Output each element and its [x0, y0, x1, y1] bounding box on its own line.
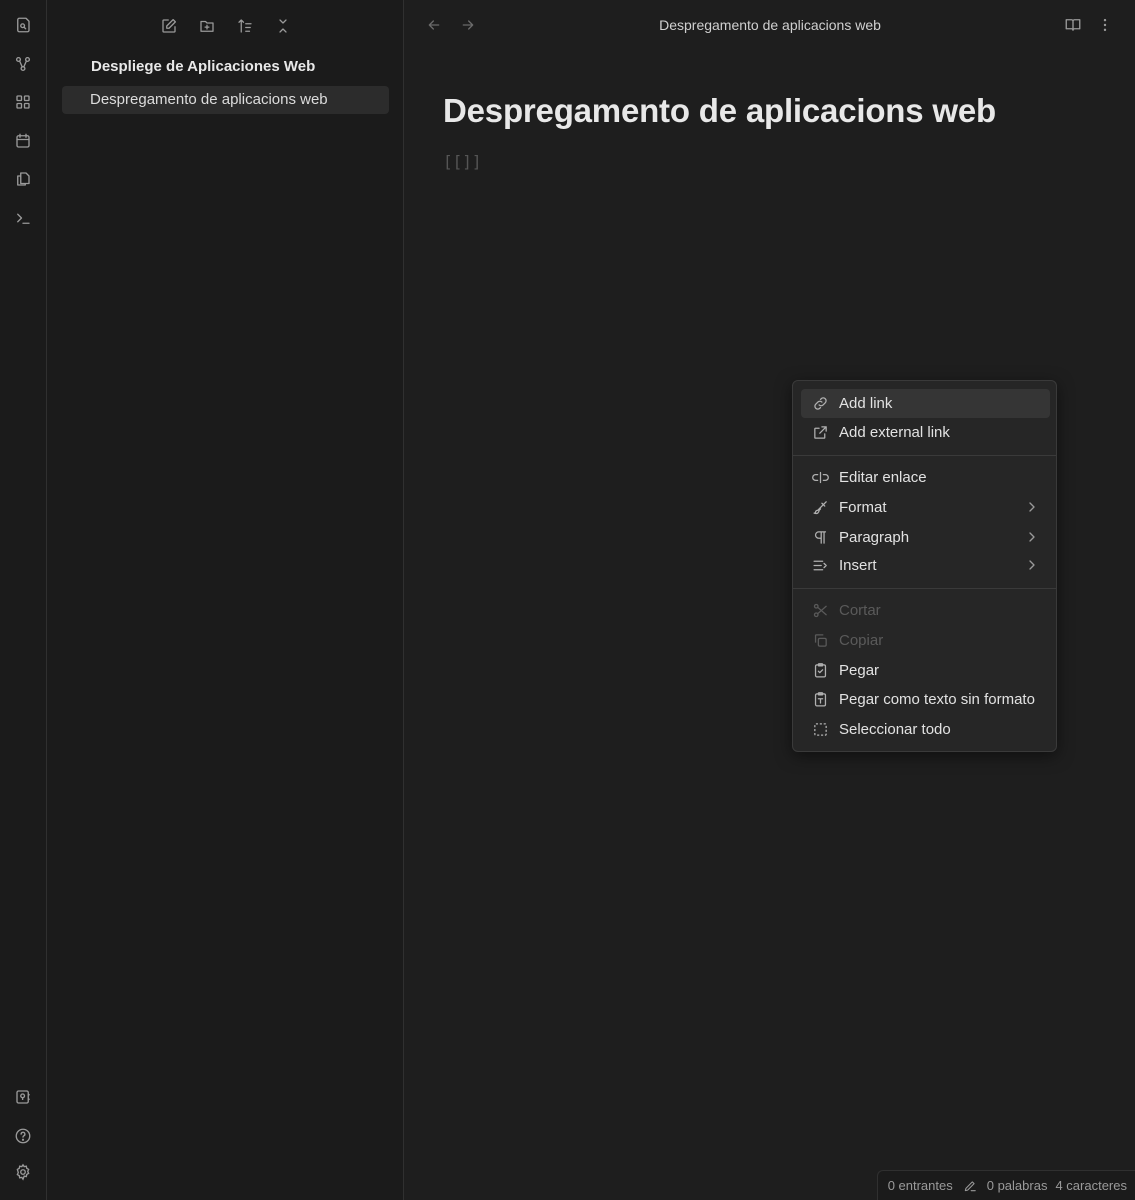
- menu-item-label: Copiar: [839, 632, 884, 649]
- new-folder-icon[interactable]: [195, 14, 219, 38]
- menu-item-label: Add link: [839, 395, 893, 412]
- context-menu: Add link Add external link Editar enlace…: [792, 380, 1057, 752]
- chevron-right-icon: [1029, 560, 1035, 570]
- menu-item-cortar: Cortar: [801, 596, 1050, 625]
- chevron-right-icon: [1029, 502, 1035, 512]
- menu-item-paragraph[interactable]: Paragraph: [801, 523, 1050, 552]
- reading-view-icon[interactable]: [1062, 14, 1084, 36]
- vault-switch-icon[interactable]: [12, 1086, 34, 1108]
- character-count: 4 caracteres: [1055, 1178, 1127, 1193]
- brush-icon: [811, 499, 829, 517]
- menu-item-copiar: Copiar: [801, 626, 1050, 655]
- collapse-all-icon[interactable]: [271, 14, 295, 38]
- external-link-icon: [811, 424, 829, 442]
- note-title[interactable]: Despregamento de aplicacions web: [443, 92, 996, 130]
- menu-item-pegar-sin-formato[interactable]: Pegar como texto sin formato: [801, 685, 1050, 714]
- word-count: 0 palabras: [986, 1178, 1048, 1193]
- sort-order-icon[interactable]: [233, 14, 257, 38]
- view-header-title[interactable]: Despregamento de aplicacions web: [405, 0, 1135, 50]
- menu-item-insert[interactable]: Insert: [801, 551, 1050, 580]
- graph-view-icon[interactable]: [12, 53, 34, 75]
- more-options-icon[interactable]: [1094, 14, 1116, 36]
- menu-item-pegar[interactable]: Pegar: [801, 656, 1050, 685]
- menu-item-label: Editar enlace: [839, 469, 927, 486]
- status-bar: 0 entrantes 0 palabras 4 caracteres: [876, 1170, 1135, 1200]
- select-all-icon: [811, 721, 829, 739]
- menu-item-label: Pegar como texto sin formato: [839, 691, 1035, 708]
- menu-item-label: Add external link: [839, 424, 950, 441]
- pilcrow-icon: [811, 529, 829, 547]
- menu-item-format[interactable]: Format: [801, 493, 1050, 522]
- menu-item-add-link[interactable]: Add link: [801, 389, 1050, 418]
- menu-item-editar-enlace[interactable]: Editar enlace: [801, 463, 1050, 492]
- menu-item-label: Format: [839, 499, 887, 516]
- menu-item-add-external-link[interactable]: Add external link: [801, 418, 1050, 447]
- copy-icon: [811, 632, 829, 650]
- menu-item-label: Paragraph: [839, 529, 910, 546]
- left-ribbon: [0, 0, 47, 1200]
- menu-separator: [793, 588, 1056, 589]
- scissors-icon: [811, 602, 829, 620]
- calendar-icon[interactable]: [12, 130, 34, 152]
- pencil-icon[interactable]: [963, 1179, 977, 1193]
- obsidian-window: Despliege de Aplicaciones Web Despregame…: [0, 0, 1135, 1200]
- menu-item-label: Pegar: [839, 662, 880, 679]
- note-body[interactable]: [[]]: [443, 152, 482, 171]
- menu-separator: [793, 455, 1056, 456]
- link-icon: [811, 395, 829, 413]
- edit-link-icon: [811, 469, 829, 487]
- menu-item-label: Seleccionar todo: [839, 721, 951, 738]
- chevron-right-icon: [1029, 532, 1035, 542]
- settings-gear-icon[interactable]: [12, 1161, 34, 1183]
- file-explorer-sidebar: Despliege de Aplicaciones Web Despregame…: [47, 0, 404, 1200]
- insert-icon: [811, 557, 829, 575]
- clipboard-text-icon: [811, 691, 829, 709]
- file-explorer-toolbar: [47, 8, 404, 44]
- templates-icon[interactable]: [12, 168, 34, 190]
- command-palette-icon[interactable]: [12, 207, 34, 229]
- file-item-despregamento[interactable]: Despregamento de aplicacions web: [62, 86, 389, 114]
- menu-item-seleccionar-todo[interactable]: Seleccionar todo: [801, 715, 1050, 744]
- vault-name[interactable]: Despliege de Aplicaciones Web: [91, 58, 315, 75]
- view-header: Despregamento de aplicacions web: [405, 0, 1135, 50]
- backlinks-count[interactable]: 0 entrantes: [888, 1178, 953, 1193]
- clipboard-check-icon: [811, 662, 829, 680]
- switcher-icon[interactable]: [12, 14, 34, 36]
- menu-item-label: Insert: [839, 557, 877, 574]
- canvas-icon[interactable]: [12, 91, 34, 113]
- menu-item-label: Cortar: [839, 602, 881, 619]
- help-icon[interactable]: [12, 1125, 34, 1147]
- new-note-icon[interactable]: [157, 14, 181, 38]
